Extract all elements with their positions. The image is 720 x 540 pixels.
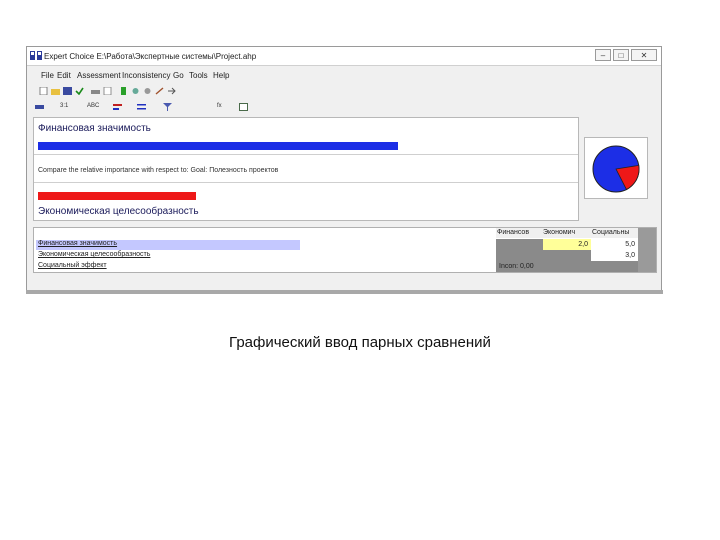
open-folder-icon[interactable] [51, 87, 60, 95]
pie-chart [592, 145, 640, 193]
title-bar[interactable]: Expert Choice E:\Работа\Экспертные систе… [27, 47, 661, 66]
window-title: Expert Choice E:\Работа\Экспертные систе… [44, 52, 257, 61]
comparison-panel: Финансовая значимость Compare the relati… [33, 117, 579, 221]
column-header: Экономич [543, 229, 576, 236]
window-bottom-edge [26, 290, 663, 294]
print-preview-icon[interactable] [103, 87, 112, 95]
matrix-cell [496, 239, 543, 250]
abc-button[interactable]: ABC [87, 103, 99, 109]
new-file-icon[interactable] [39, 87, 48, 95]
gear-icon[interactable] [143, 87, 152, 95]
toolbar: 3:1 ABC fx [27, 83, 661, 115]
pie-chart-panel [584, 137, 648, 199]
list-icon[interactable] [137, 103, 146, 111]
bar-chart-icon[interactable] [113, 103, 122, 111]
filter-icon[interactable] [163, 103, 172, 111]
menu-help[interactable]: Help [213, 71, 229, 80]
matrix-cell[interactable]: 5,0 [591, 239, 638, 250]
print-icon[interactable] [91, 87, 100, 95]
top-comparison-bar[interactable] [38, 142, 398, 150]
divider [34, 154, 578, 155]
expert-choice-window: Expert Choice E:\Работа\Экспертные систе… [26, 46, 662, 292]
close-button[interactable]: ✕ [631, 49, 657, 61]
comparison-matrix: Финансов Экономич Социальны Финансовая з… [33, 227, 657, 273]
menu-inconsistency[interactable]: Inconsistency [122, 71, 170, 80]
app-icon [30, 51, 42, 60]
ratio-3to1-button[interactable]: 3:1 [60, 103, 68, 109]
node-left-icon[interactable] [35, 103, 44, 111]
check-icon[interactable] [75, 87, 84, 95]
notes-icon[interactable] [239, 103, 248, 111]
formula-button[interactable]: fx [217, 103, 222, 109]
menu-file[interactable]: File [41, 71, 54, 80]
row-label[interactable]: Экономическая целесообразность [38, 251, 150, 258]
menu-assessment[interactable]: Assessment [77, 71, 121, 80]
column-header: Социальны [592, 229, 630, 236]
tree-icon[interactable] [131, 87, 140, 95]
menu-tools[interactable]: Tools [189, 71, 208, 80]
arrow-icon[interactable] [167, 87, 176, 95]
column-header: Финансов [497, 229, 530, 236]
menu-go[interactable]: Go [173, 71, 184, 80]
comparison-prompt: Compare the relative importance with res… [38, 167, 279, 174]
magic-wand-icon[interactable] [155, 87, 164, 95]
bottom-comparison-bar[interactable] [38, 192, 196, 200]
matrix-cell[interactable]: 3,0 [591, 250, 638, 261]
matrix-cell [543, 250, 591, 261]
row-label[interactable]: Социальный эффект [38, 262, 107, 269]
green-flag-icon[interactable] [119, 87, 128, 95]
matrix-cell [496, 250, 543, 261]
matrix-scroll-area[interactable] [638, 228, 656, 272]
matrix-cell[interactable]: 2,0 [543, 239, 591, 250]
inconsistency-readout: Incon: 0,00 [496, 261, 638, 272]
save-icon[interactable] [63, 87, 72, 95]
row-label[interactable]: Финансовая значимость [38, 240, 117, 247]
caption: Графический ввод парных сравнений [229, 334, 491, 351]
menu-edit[interactable]: Edit [57, 71, 71, 80]
bottom-element-label: Экономическая целесообразность [38, 206, 199, 217]
top-element-label: Финансовая значимость [38, 123, 151, 134]
maximize-button[interactable]: □ [613, 49, 629, 61]
divider [34, 182, 578, 183]
minimize-button[interactable]: – [595, 49, 611, 61]
